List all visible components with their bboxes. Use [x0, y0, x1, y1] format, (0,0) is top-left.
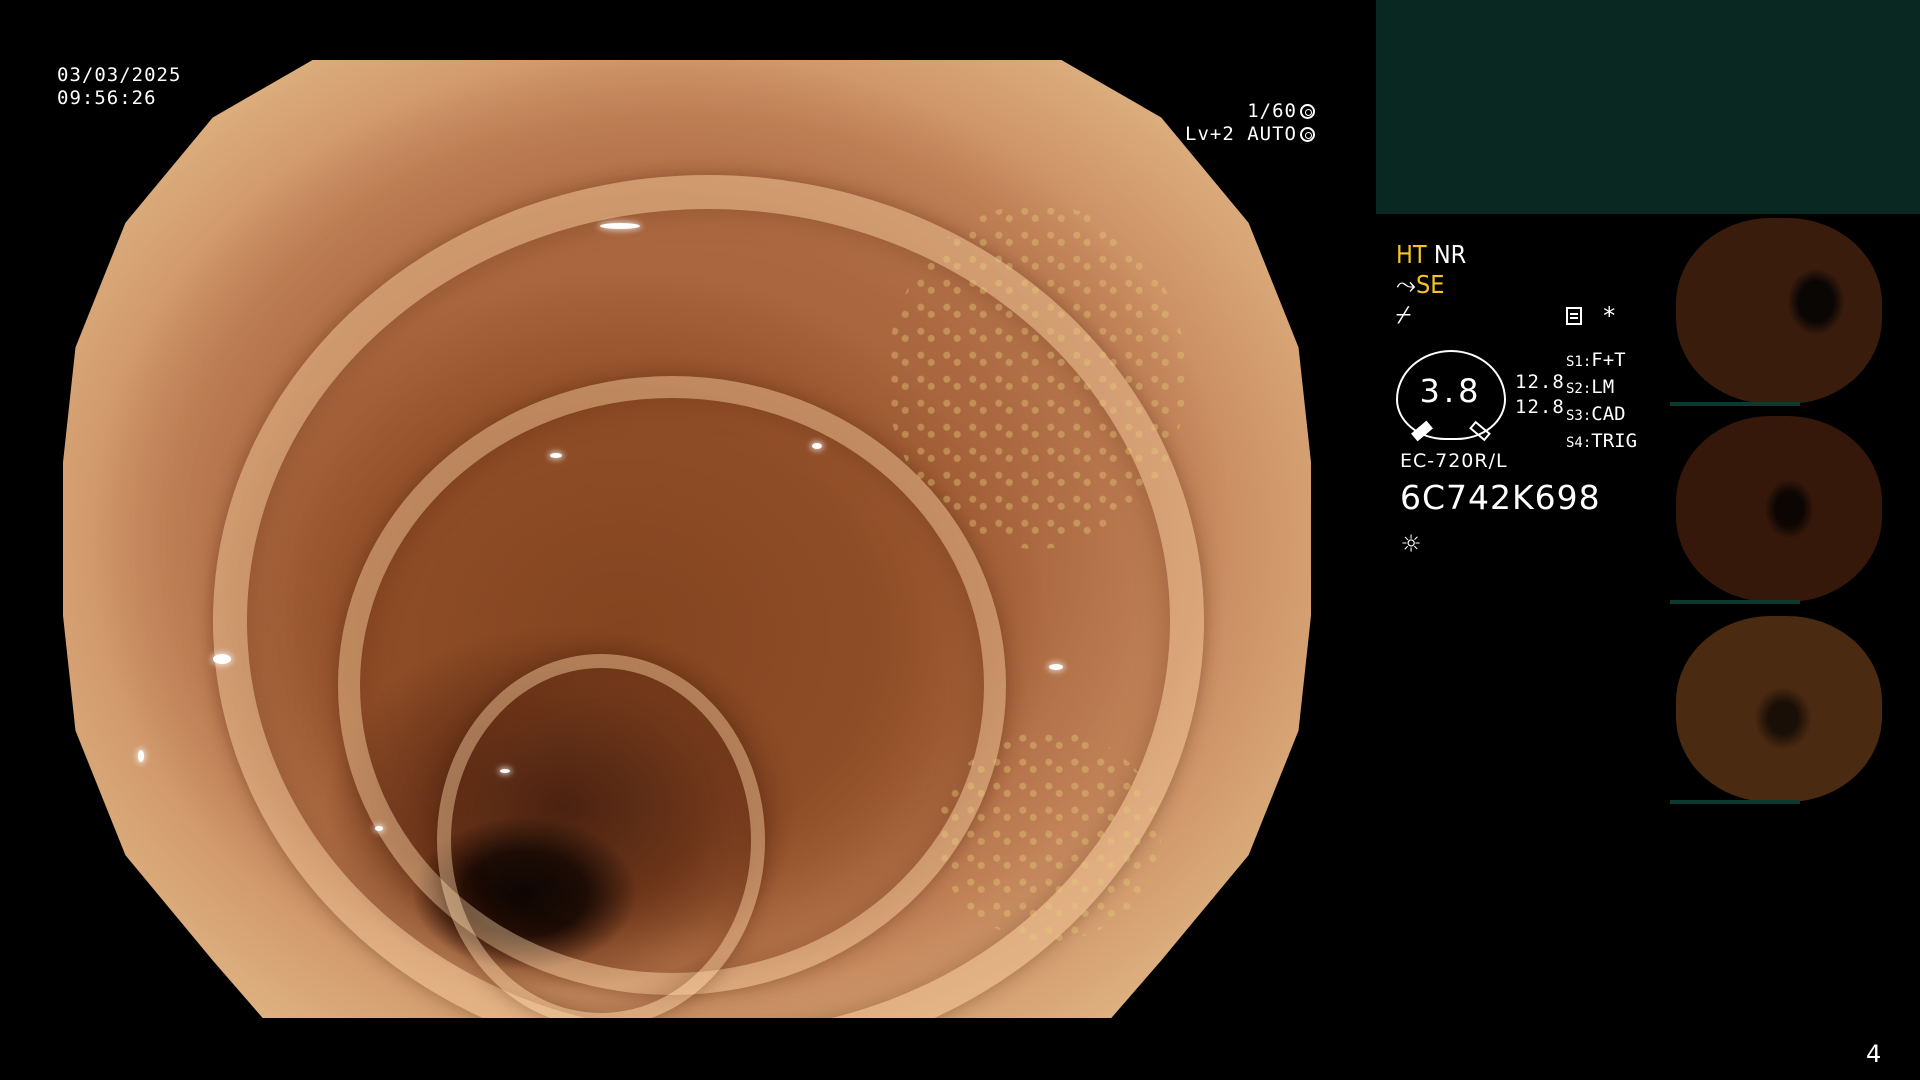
- light-reflection: [1048, 663, 1063, 670]
- thumbnail-bar: [1670, 800, 1800, 804]
- page-number: 4: [1866, 1040, 1882, 1068]
- se-indicator: SE: [1416, 270, 1445, 299]
- switch-row: S1:F+T: [1566, 349, 1626, 371]
- meter-tick-right: [1469, 420, 1491, 442]
- switch-assignments: S1:F+T S2:LM S3:CAD S4:TRIG: [1566, 348, 1637, 456]
- light-reflection: [549, 452, 562, 458]
- light-meter: 3.8: [1396, 350, 1506, 442]
- capture-thumbnail[interactable]: [1670, 216, 1918, 406]
- light-meter-value: 3.8: [1419, 372, 1483, 410]
- meter-upper: 12.8: [1515, 371, 1565, 393]
- meter-lower: 12.8: [1515, 396, 1565, 418]
- shutter-speed: 1/60: [1247, 100, 1297, 122]
- light-reflection: [599, 222, 640, 229]
- status-indicators: HT NR ⤳SE ⌿: [1396, 240, 1656, 330]
- capture-thumbnail[interactable]: [1670, 414, 1918, 604]
- panel-icons: *: [1566, 302, 1617, 330]
- light-reflection: [499, 768, 510, 773]
- iris-icon: [1300, 127, 1315, 142]
- meter-tick-left: [1411, 420, 1433, 442]
- light-reflection: [212, 653, 231, 664]
- mucosal-fold-inner: [437, 653, 765, 1018]
- menu-icon: [1566, 307, 1582, 325]
- capture-thumbnail[interactable]: [1670, 614, 1918, 804]
- switch-row: S3:CAD: [1566, 403, 1626, 425]
- nr-indicator: NR: [1433, 240, 1467, 269]
- switch-row: S2:LM: [1566, 376, 1615, 398]
- light-reflection: [137, 749, 144, 762]
- exposure-info: 1/60 Lv+2 AUTO: [1185, 100, 1315, 146]
- mode-symbol-icon: ⌿: [1396, 300, 1412, 329]
- bubble-cluster-lower: [936, 730, 1162, 942]
- scope-serial: 6C742K698: [1400, 478, 1601, 517]
- time-label: 09:56:26: [57, 87, 157, 109]
- thumbnail-image: [1676, 416, 1882, 602]
- meter-readings: 12.8 12.8: [1515, 370, 1565, 420]
- endoscope-view: [63, 60, 1311, 1018]
- structure-enhance-icon: ⤳: [1396, 270, 1417, 299]
- thumbnail-image: [1676, 616, 1882, 802]
- asterisk-icon: *: [1602, 302, 1617, 330]
- top-right-panel: [1376, 0, 1920, 214]
- date-label: 03/03/2025: [57, 64, 182, 86]
- light-source-icon: ☼: [1402, 527, 1421, 562]
- thumbnail-bar: [1670, 600, 1800, 604]
- date-time-display: 03/03/2025 09:56:26: [57, 64, 181, 110]
- ht-indicator: HT: [1396, 240, 1427, 269]
- thumbnail-bar: [1670, 402, 1800, 406]
- thumbnail-image: [1676, 218, 1882, 404]
- scope-model: EC-720R/L: [1400, 450, 1508, 472]
- switch-row: S4:TRIG: [1566, 430, 1638, 452]
- exposure-level: Lv+2 AUTO: [1185, 123, 1297, 145]
- bubble-cluster: [886, 203, 1187, 549]
- aperture-icon: [1300, 104, 1315, 119]
